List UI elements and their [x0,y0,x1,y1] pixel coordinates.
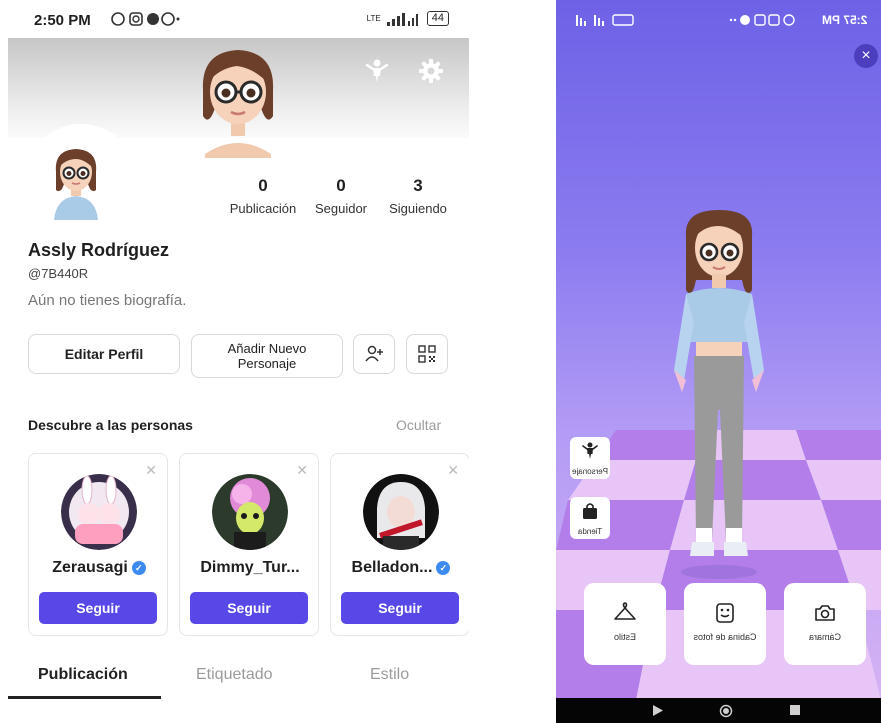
status-bar-mirrored: 2:57 PM [556,0,881,40]
photo-booth-icon [716,603,734,623]
discover-hide-link[interactable]: Ocultar [396,417,441,433]
qr-code-button[interactable] [406,334,448,374]
system-navigation-bar [556,698,881,723]
figure-icon [582,442,598,459]
camera-button[interactable]: Cámara [784,583,866,665]
battery-signal-icons [576,14,634,26]
qr-code-icon [418,345,436,363]
add-character-button[interactable]: Añadir Nuevo Personaje [191,334,343,378]
notification-icons [729,13,795,30]
tab-style[interactable]: Estilo [370,666,409,684]
battery-indicator: 44 [426,11,449,26]
stat-followers-value: 0 [336,176,346,195]
status-time: 2:50 PM [34,12,91,29]
signal-icon [386,12,418,26]
banner-avatar[interactable] [195,46,281,158]
profile-bio: Aún no tienes biografía. [28,292,187,309]
shop-button[interactable]: Tienda [570,497,610,539]
notification-icons-glyphs [111,12,180,26]
card-username: Dimmy_Tur... [200,559,300,576]
notification-icons-glyphs [729,14,795,26]
character-button-label: Personaje [571,467,609,476]
status-time: 2:57 PM [821,13,867,27]
close-studio-button[interactable]: × [854,44,878,68]
card-username-text: Zerausagi [52,559,128,576]
add-character-label: Añadir Nuevo Personaje [228,341,307,371]
follow-button[interactable]: Seguir [39,592,157,624]
add-character-label-line2: Personaje [237,356,297,371]
dismiss-card-icon[interactable]: ✕ [296,462,308,479]
dismiss-card-icon[interactable]: ✕ [447,462,459,479]
status-right: LTE 44 [367,11,449,26]
avatar-studio-screen: 2:57 PM × Personaje Tienda Estilo Cabina… [556,0,881,723]
dismiss-card-icon[interactable]: ✕ [145,462,157,479]
shop-button-label: Tienda [577,527,603,536]
tab-tagged[interactable]: Etiquetado [196,666,273,684]
suggestion-card[interactable]: ✕ Zerausagi ✓ Seguir [28,453,168,636]
follow-button[interactable]: Seguir [190,592,308,624]
user-avatar-dimmy[interactable] [212,474,288,550]
status-bar: 2:50 PM LTE 44 [8,0,469,38]
camera-icon [815,605,835,621]
style-button-label: Estilo [614,632,637,642]
user-avatar-belladon[interactable] [363,474,439,550]
network-label: LTE [366,14,381,23]
style-button[interactable]: Estilo [584,583,666,665]
add-character-label-line1: Añadir Nuevo [227,341,307,356]
profile-screen: 2:50 PM LTE 44 0 Publicación 0 Seguidor … [8,0,469,723]
suggestion-card[interactable]: ✕ Dimmy_Tur... Seguir [179,453,319,636]
photo-booth-button-label: Cabina de fotos [693,632,757,642]
add-friend-button[interactable] [353,334,395,374]
shopping-bag-icon [583,503,597,519]
profile-tabs: Publicación Etiquetado Estilo [8,660,469,700]
character-button[interactable]: Personaje [570,437,610,479]
stat-posts-value: 0 [258,176,268,195]
add-person-icon [365,345,383,362]
avatar-pose-icon[interactable] [364,58,390,84]
edit-profile-button[interactable]: Editar Perfil [28,334,180,374]
stat-following-label: Siguiendo [389,201,447,216]
verified-badge-icon: ✓ [131,560,146,575]
suggestion-card[interactable]: ✕ Belladon... ✓ Seguir [330,453,469,636]
profile-name: Assly Rodríguez [28,240,170,260]
stat-followers[interactable]: 0 Seguidor [308,176,374,216]
stat-followers-label: Seguidor [314,201,368,216]
settings-gear-icon[interactable] [418,58,444,84]
stat-posts[interactable]: 0 Publicación [226,176,300,216]
stat-following[interactable]: 3 Siguiendo [380,176,456,216]
card-username: Belladon... ✓ [331,559,469,577]
status-right [570,13,634,30]
camera-button-label: Cámara [809,632,842,642]
profile-handle: @7B440R [28,266,89,281]
stat-following-value: 3 [413,176,423,195]
back-icon[interactable] [652,704,664,717]
follow-button[interactable]: Seguir [341,592,459,624]
hanger-icon [614,602,636,620]
photo-booth-button[interactable]: Cabina de fotos [684,583,766,665]
stat-posts-label: Publicación [229,201,297,216]
card-username: Zerausagi ✓ [29,559,167,577]
recents-icon[interactable] [789,704,801,716]
discover-title: Descubre a las personas [28,417,193,433]
active-tab-indicator [8,696,161,699]
notification-icons [110,11,180,30]
card-username-text: Belladon... [351,559,433,576]
user-avatar-zerausagi[interactable] [61,474,137,550]
tab-posts[interactable]: Publicación [38,666,128,684]
profile-avatar[interactable] [48,146,104,220]
verified-badge-icon: ✓ [436,560,451,575]
full-body-avatar [674,210,764,579]
home-icon[interactable] [719,704,733,718]
